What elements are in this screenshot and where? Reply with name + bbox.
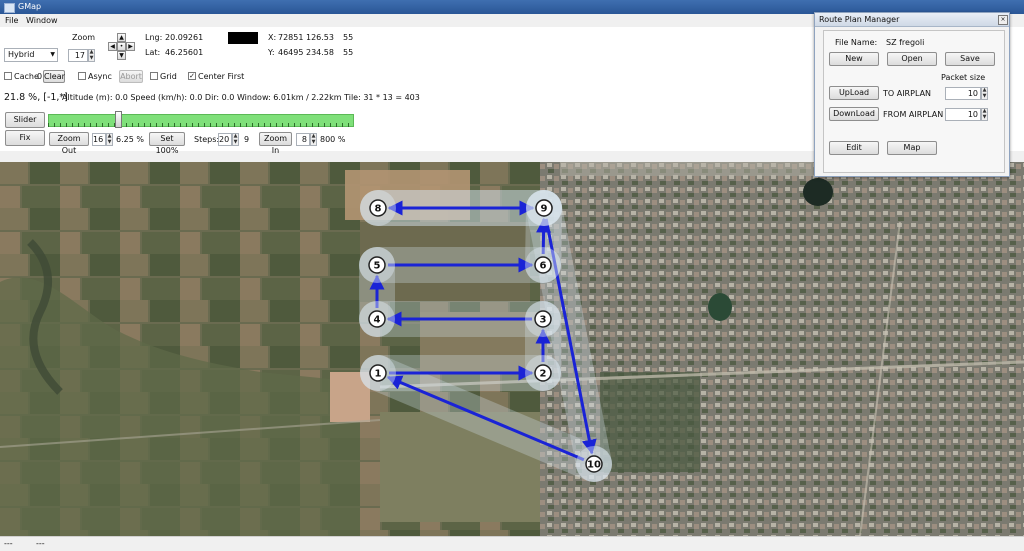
status-bar: --- --- [0, 536, 1024, 551]
steps-extra: 9 [244, 135, 250, 144]
zoom-out-stepper[interactable]: ▲ ▼ [106, 133, 113, 146]
waypoint-label: 2 [540, 369, 547, 380]
async-checkbox[interactable] [78, 72, 86, 80]
map-view[interactable]: 12345678910 [0, 162, 1024, 536]
zoom-out-percent: 6.25 % [116, 135, 144, 144]
route-plan-manager-window: Route Plan Manager × File Name: SZ frego… [814, 12, 1010, 177]
zoom-percent-readout: 21.8 %, [-1,*] [4, 92, 68, 103]
from-airplan-label: FROM AIRPLAN [883, 110, 944, 119]
zoom-stepper[interactable]: ▲ ▼ [88, 49, 95, 62]
waypoint-1[interactable]: 1 [360, 355, 396, 391]
file-name-label: File Name: [835, 38, 878, 47]
waypoint-10[interactable]: 10 [576, 446, 612, 482]
waypoint-label: 3 [540, 315, 547, 326]
route-overlay: 12345678910 [359, 190, 612, 482]
waypoint-label: 9 [541, 204, 548, 215]
waypoint-label: 1 [375, 369, 382, 380]
route-plan-manager-titlebar: Route Plan Manager × [815, 13, 1009, 27]
download-packet-stepper[interactable]: ▲ ▼ [981, 108, 988, 121]
edit-button[interactable]: Edit [829, 141, 879, 155]
pan-left-icon[interactable]: ◀ [108, 42, 117, 51]
zoom-slider-thumb[interactable] [115, 111, 122, 128]
upload-button[interactable]: UpLoad [829, 86, 879, 100]
grid-label: Grid [160, 72, 177, 81]
upload-packet-stepper[interactable]: ▲ ▼ [981, 87, 988, 100]
waypoint-label: 6 [540, 261, 547, 272]
waypoint-label: 4 [374, 315, 381, 326]
zoom-in-percent: 800 % [320, 135, 346, 144]
center-icon[interactable]: • [117, 42, 126, 51]
steps-label: Steps: [194, 135, 220, 144]
cache-count: 0 [37, 72, 43, 81]
menu-file[interactable]: File [5, 16, 18, 25]
steps-stepper[interactable]: ▲ ▼ [232, 133, 239, 146]
zoom-in-stepper[interactable]: ▲ ▼ [310, 133, 317, 146]
center-first-checkbox[interactable]: ✓ [188, 72, 196, 80]
waypoint-9[interactable]: 9 [526, 190, 562, 226]
abort-button[interactable]: Abort [119, 70, 143, 83]
pan-up-icon[interactable]: ▲ [117, 33, 126, 42]
status-info-line: Altitude (m): 0.0 Speed (km/h): 0.0 Dir:… [62, 93, 420, 102]
y-value: 46495 234.58 [278, 48, 334, 57]
x-label: X: [268, 33, 277, 42]
set-100-button[interactable]: Set 100% [149, 132, 185, 155]
upload-packet-input[interactable]: 10 [945, 87, 981, 100]
zoom-in-input[interactable]: 8 [296, 133, 310, 146]
lat-label: Lat: [145, 48, 161, 57]
waypoint-6[interactable]: 6 [525, 247, 561, 283]
slider-ticks [48, 123, 354, 127]
packet-size-label: Packet size [941, 73, 986, 82]
download-button[interactable]: DownLoad [829, 107, 879, 121]
pan-right-icon[interactable]: ▶ [126, 42, 135, 51]
chevron-down-icon: ▼ [50, 51, 55, 58]
waypoint-label: 8 [375, 204, 382, 215]
to-airplan-label: TO AIRPLAN [883, 89, 932, 98]
fix-button[interactable]: Fix [5, 130, 45, 146]
slider-tab[interactable]: Slider [5, 112, 45, 128]
window-title: GMap [18, 2, 42, 11]
cache-label: Cache [14, 72, 39, 81]
waypoint-label: 5 [374, 261, 381, 272]
async-label: Async [88, 72, 112, 81]
waypoint-label: 10 [587, 460, 601, 471]
zoom-in-button[interactable]: Zoom In [259, 132, 292, 155]
route-plan-manager-title: Route Plan Manager [819, 15, 900, 24]
menu-window[interactable]: Window [26, 16, 58, 25]
map-type-value: Hybrid [8, 50, 35, 59]
pan-down-icon[interactable]: ▼ [117, 51, 126, 60]
waypoint-5[interactable]: 5 [359, 247, 395, 283]
steps-input[interactable]: 20 [218, 133, 232, 146]
download-packet-input[interactable]: 10 [945, 108, 981, 121]
app-icon [4, 3, 15, 13]
x-value: 72851 126.53 [278, 33, 334, 42]
status-right: --- [36, 539, 45, 548]
lat-value: 46.25601 [165, 48, 204, 57]
map-type-select[interactable]: Hybrid ▼ [4, 48, 58, 62]
cache-checkbox[interactable] [4, 72, 12, 80]
center-first-label: Center First [198, 72, 245, 81]
zoom-label: Zoom [72, 33, 96, 42]
file-name-value: SZ fregoli [886, 38, 925, 47]
save-button[interactable]: Save [945, 52, 995, 66]
grid-checkbox[interactable] [150, 72, 158, 80]
open-button[interactable]: Open [887, 52, 937, 66]
zoom-input[interactable]: 17 [68, 49, 88, 62]
y-extra: 55 [343, 48, 354, 57]
zoom-out-input[interactable]: 16 [92, 133, 106, 146]
lng-label: Lng: [145, 33, 163, 42]
clear-button[interactable]: Clear [43, 70, 65, 83]
map-button[interactable]: Map [887, 141, 937, 155]
new-button[interactable]: New [829, 52, 879, 66]
x-extra: 55 [343, 33, 354, 42]
waypoint-3[interactable]: 3 [525, 301, 561, 337]
waypoint-8[interactable]: 8 [360, 190, 396, 226]
color-swatch[interactable] [228, 32, 258, 44]
close-icon[interactable]: × [998, 15, 1008, 25]
y-label: Y: [268, 48, 275, 57]
waypoint-2[interactable]: 2 [525, 355, 561, 391]
zoom-out-button[interactable]: Zoom Out [49, 132, 89, 155]
status-left: --- [4, 539, 13, 548]
waypoint-4[interactable]: 4 [359, 301, 395, 337]
lng-value: 20.09261 [165, 33, 204, 42]
